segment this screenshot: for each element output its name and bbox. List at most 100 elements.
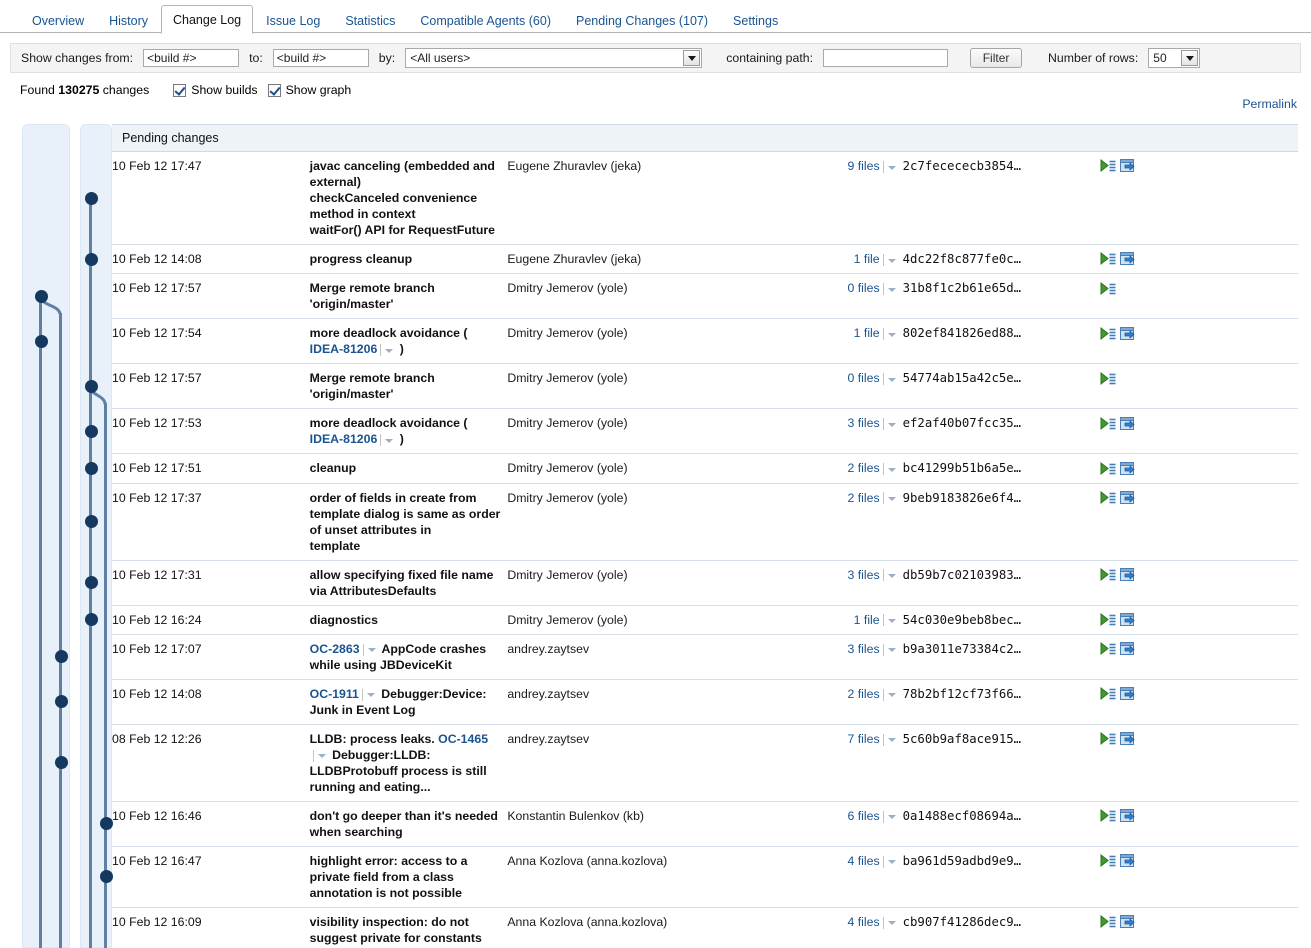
permalink-link[interactable]: Permalink	[1242, 97, 1297, 111]
open-icon[interactable]	[1120, 252, 1136, 267]
issue-link[interactable]: OC-2863	[310, 642, 360, 656]
run-icon[interactable]	[1100, 490, 1116, 506]
tab-settings[interactable]: Settings	[721, 6, 790, 34]
table-row[interactable]: 10 Feb 12 17:07 OC-2863 AppCode crashes w…	[112, 634, 1298, 680]
graph-commit-node[interactable]	[85, 424, 98, 438]
files-link[interactable]: 1 file	[854, 613, 880, 627]
files-link[interactable]: 0 files	[848, 371, 880, 385]
files-dropdown-icon[interactable]	[882, 373, 896, 385]
graph-commit-node[interactable]	[85, 576, 98, 589]
open-icon[interactable]	[1120, 567, 1136, 583]
table-row[interactable]: 08 Feb 12 12:26 LLDB: process leaks. OC-1…	[112, 724, 1298, 802]
run-icon[interactable]	[1100, 567, 1116, 583]
run-icon[interactable]	[1100, 914, 1116, 930]
files-dropdown-icon[interactable]	[882, 614, 896, 627]
rows-select[interactable]: 50	[1148, 48, 1201, 68]
files-dropdown-icon[interactable]	[882, 328, 896, 340]
chevron-down-icon[interactable]	[683, 50, 701, 66]
files-link[interactable]: 4 files	[848, 854, 880, 868]
files-link[interactable]: 1 file	[854, 252, 880, 266]
issue-dropdown-icon[interactable]	[362, 643, 376, 656]
tab-history[interactable]: History	[97, 6, 160, 34]
run-icon[interactable]	[1100, 686, 1116, 702]
issue-dropdown-icon[interactable]	[380, 344, 394, 356]
tab-change-log[interactable]: Change Log	[161, 5, 254, 34]
graph-commit-node[interactable]	[85, 252, 98, 266]
files-dropdown-icon[interactable]	[882, 253, 896, 266]
files-dropdown-icon[interactable]	[882, 463, 896, 475]
files-link[interactable]: 3 files	[848, 568, 880, 582]
files-dropdown-icon[interactable]	[882, 688, 896, 701]
graph-commit-node[interactable]	[85, 515, 98, 528]
files-link[interactable]: 2 files	[848, 491, 880, 505]
issue-dropdown-icon[interactable]	[361, 688, 375, 701]
run-icon[interactable]	[1100, 808, 1116, 824]
show-builds-checkbox[interactable]	[173, 83, 187, 97]
files-dropdown-icon[interactable]	[882, 160, 896, 173]
files-link[interactable]: 9 files	[848, 159, 880, 173]
files-dropdown-icon[interactable]	[882, 916, 896, 929]
table-row[interactable]: 10 Feb 12 17:57 Merge remote branch 'orig…	[112, 363, 1298, 410]
run-icon[interactable]	[1100, 416, 1116, 432]
table-row[interactable]: 10 Feb 12 17:47 javac canceling (embedded…	[112, 151, 1298, 245]
graph-commit-node[interactable]	[35, 289, 48, 303]
user-select[interactable]: <All users>	[405, 48, 703, 68]
table-row[interactable]: 10 Feb 12 16:46 don't go deeper than it's…	[112, 801, 1298, 847]
files-link[interactable]: 7 files	[848, 732, 880, 746]
run-icon[interactable]	[1100, 371, 1116, 387]
issue-link[interactable]: IDEA-81206	[310, 432, 378, 446]
files-dropdown-icon[interactable]	[882, 810, 896, 823]
table-row[interactable]: 10 Feb 12 17:54 more deadlock avoidance (…	[112, 318, 1298, 365]
run-icon[interactable]	[1100, 641, 1116, 657]
table-row[interactable]: 10 Feb 12 16:09 visibility inspection: do…	[112, 907, 1298, 948]
tab-compatible-agents-60[interactable]: Compatible Agents (60)	[408, 6, 563, 34]
run-icon[interactable]	[1100, 461, 1116, 477]
from-build-input[interactable]	[143, 49, 240, 67]
run-icon[interactable]	[1100, 326, 1116, 342]
open-icon[interactable]	[1120, 490, 1136, 506]
filter-button[interactable]: Filter	[970, 48, 1023, 68]
open-icon[interactable]	[1120, 732, 1136, 747]
files-link[interactable]: 3 files	[848, 642, 880, 656]
table-row[interactable]: 10 Feb 12 17:37 order of fields in create…	[112, 483, 1298, 561]
issue-dropdown-icon[interactable]	[380, 434, 394, 446]
graph-commit-node[interactable]	[85, 379, 98, 393]
table-row[interactable]: 10 Feb 12 17:31 allow specifying fixed fi…	[112, 560, 1298, 606]
open-icon[interactable]	[1120, 915, 1136, 930]
run-icon[interactable]	[1100, 252, 1116, 267]
tab-overview[interactable]: Overview	[20, 6, 96, 34]
files-dropdown-icon[interactable]	[882, 643, 896, 656]
files-dropdown-icon[interactable]	[882, 418, 896, 430]
files-link[interactable]: 1 file	[854, 326, 880, 340]
files-link[interactable]: 2 files	[848, 687, 880, 701]
open-icon[interactable]	[1120, 416, 1136, 432]
table-row[interactable]: 10 Feb 12 17:51 cleanup Dmitry Jemerov (yo…	[112, 453, 1298, 484]
run-icon[interactable]	[1100, 612, 1116, 628]
tab-pending-changes-107[interactable]: Pending Changes (107)	[564, 6, 720, 34]
open-icon[interactable]	[1120, 687, 1136, 702]
table-row[interactable]: 10 Feb 12 16:47 highlight error: access t…	[112, 846, 1298, 908]
show-graph-checkbox[interactable]	[267, 83, 281, 97]
table-row[interactable]: 10 Feb 12 16:24 diagnostics Dmitry Jemerov…	[112, 605, 1298, 635]
table-row[interactable]: 10 Feb 12 17:57 Merge remote branch 'orig…	[112, 273, 1298, 320]
run-icon[interactable]	[1100, 159, 1116, 174]
table-row[interactable]: 10 Feb 12 14:08 OC-1911 Debugger:Device: …	[112, 679, 1298, 725]
open-icon[interactable]	[1120, 642, 1136, 657]
open-icon[interactable]	[1120, 159, 1136, 174]
issue-dropdown-icon[interactable]	[312, 749, 326, 762]
files-dropdown-icon[interactable]	[882, 283, 896, 295]
issue-link[interactable]: OC-1465	[438, 732, 488, 746]
files-dropdown-icon[interactable]	[882, 492, 896, 505]
graph-commit-node[interactable]	[85, 461, 98, 475]
issue-link[interactable]: OC-1911	[310, 687, 359, 701]
table-row[interactable]: 10 Feb 12 14:08 progress cleanup Eugene Zh…	[112, 244, 1298, 275]
graph-commit-node[interactable]	[35, 334, 48, 348]
to-build-input[interactable]	[272, 49, 369, 67]
open-icon[interactable]	[1120, 612, 1136, 628]
files-dropdown-icon[interactable]	[882, 855, 896, 868]
files-dropdown-icon[interactable]	[882, 569, 896, 582]
files-link[interactable]: 6 files	[848, 809, 880, 823]
containing-path-input[interactable]	[823, 49, 949, 67]
files-link[interactable]: 0 files	[848, 281, 880, 295]
files-dropdown-icon[interactable]	[882, 733, 896, 746]
